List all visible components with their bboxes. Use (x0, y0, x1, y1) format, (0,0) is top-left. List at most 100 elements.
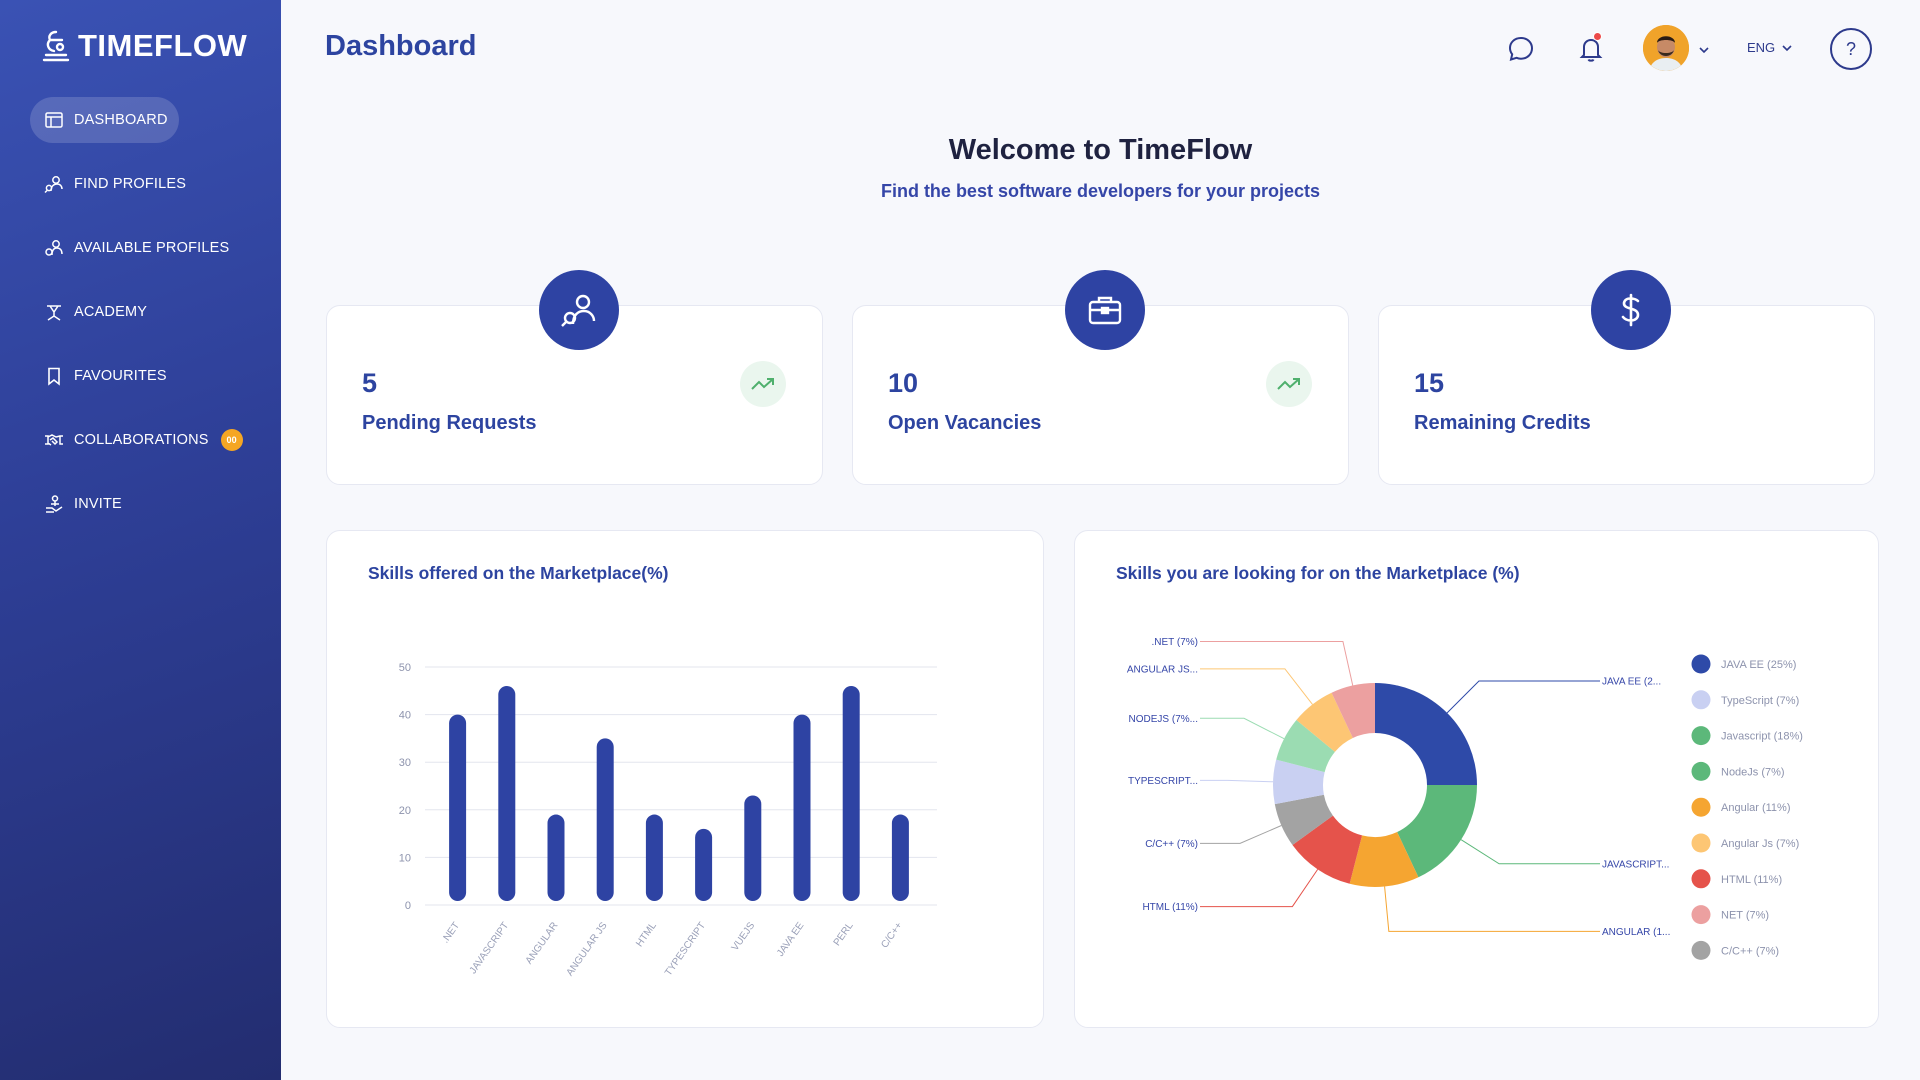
bar (695, 828, 713, 901)
callout-label: C/C++ (7%) (1145, 839, 1198, 850)
callout-line (1384, 886, 1600, 932)
callout-line (1200, 641, 1354, 686)
skills-wanted-panel: Skills you are looking for on the Market… (1074, 530, 1879, 1028)
language-label: ENG (1747, 40, 1776, 55)
x-tick-label: JAVASCRIPT (468, 920, 512, 976)
legend-label: Javascript (18%) (1721, 731, 1803, 743)
stat-card-pending-requests[interactable]: 5 Pending Requests (326, 270, 823, 485)
legend-label: Angular Js (7%) (1721, 838, 1799, 850)
page-title: Dashboard (325, 30, 477, 62)
stat-label: Pending Requests (362, 412, 537, 434)
callout-label: ANGULAR (1... (1602, 927, 1670, 938)
callout-line (1200, 869, 1319, 908)
stat-card-remaining-credits[interactable]: 15 Remaining Credits (1378, 270, 1875, 485)
bar (645, 814, 663, 901)
find-profiles-icon (44, 176, 63, 194)
sidebar-item-label: COLLABORATIONS (74, 432, 209, 448)
x-tick-label: C/C++ (879, 920, 905, 950)
dashboard-icon (45, 112, 63, 128)
callout-line (1446, 680, 1600, 714)
academy-icon (47, 305, 61, 321)
handshake-icon (45, 434, 63, 446)
sidebar-item-find-profiles[interactable]: FIND PROFILES (30, 161, 260, 207)
x-tick-label: ANGULAR (524, 920, 561, 966)
sidebar-item-label: ACADEMY (74, 304, 148, 320)
callout-line (1200, 779, 1274, 783)
sidebar-item-label: FIND PROFILES (74, 176, 187, 192)
bar (891, 814, 909, 901)
sidebar-item-label: DASHBOARD (74, 112, 168, 128)
callout-line (1200, 668, 1313, 705)
invite-icon (46, 495, 63, 513)
callout-line (1200, 825, 1282, 844)
callout-label: JAVA EE (2... (1602, 677, 1661, 688)
stat-value: 5 (362, 368, 378, 398)
stat-card-open-vacancies[interactable]: 10 Open Vacancies (852, 270, 1349, 485)
sidebar-item-favourites[interactable]: FAVOURITES (30, 353, 260, 399)
legend-swatch (1691, 654, 1711, 674)
chevron-down-icon (1699, 47, 1709, 54)
callout-label: JAVASCRIPT... (1602, 859, 1669, 870)
trend-badge (1266, 361, 1312, 407)
skills-wanted-donut-chart: JAVA EE (2... JAVASCRIPT... ANGULAR (1... H… (1127, 637, 1803, 960)
notifications-button[interactable] (1576, 32, 1606, 64)
sidebar-item-invite[interactable]: INVITE (30, 481, 260, 527)
callout-line (1200, 717, 1285, 740)
legend-label: NodeJs (7%) (1721, 766, 1785, 778)
dollar-icon (1621, 293, 1640, 327)
messages-button[interactable] (1506, 34, 1536, 64)
y-tick-label: 0 (405, 900, 411, 912)
sidebar-item-label: AVAILABLE PROFILES (74, 240, 230, 256)
user-menu-chevron[interactable] (1698, 42, 1710, 60)
language-selector[interactable]: ENG (1747, 40, 1793, 55)
x-tick-label: HTML (634, 920, 659, 949)
legend-swatch (1691, 905, 1711, 925)
sidebar-item-available-profiles[interactable]: AVAILABLE PROFILES (30, 225, 260, 271)
bar (744, 795, 762, 901)
bar (547, 814, 565, 901)
skills-offered-bar-chart: 0 10 20 30 40 50 .NET JAVASCRIPT ANGULAR ANGULAR … (399, 662, 937, 978)
collaborations-badge: 00 (220, 429, 243, 451)
x-tick-label: VUEJS (730, 920, 758, 953)
sidebar-nav: DASHBOARD FIND PROFILES AVAILABLE PROFIL… (30, 97, 260, 545)
legend-swatch (1691, 940, 1711, 960)
trend-badge (740, 361, 786, 407)
x-tick-label: .NET (440, 920, 462, 945)
callout-label: ANGULAR JS... (1127, 664, 1198, 675)
stat-label: Remaining Credits (1414, 412, 1591, 434)
bar (449, 714, 467, 901)
logo-icon (42, 30, 70, 62)
x-tick-label: TYPESCRIPT (663, 920, 708, 978)
legend-label: JAVA EE (25%) (1721, 659, 1796, 671)
y-tick-label: 10 (399, 852, 411, 864)
sidebar-item-collaborations[interactable]: COLLABORATIONS 00 (30, 417, 260, 463)
bar (596, 738, 614, 901)
notification-dot (1593, 32, 1602, 41)
legend-label: HTML (11%) (1721, 874, 1782, 886)
welcome-section: Welcome to TimeFlow Find the best softwa… (281, 134, 1920, 202)
stat-value: 15 (1414, 368, 1445, 398)
sidebar-item-dashboard[interactable]: DASHBOARD (30, 97, 179, 143)
bar (793, 714, 811, 901)
bookmark-icon (48, 367, 60, 386)
stat-icon-circle (1591, 270, 1671, 350)
y-tick-label: 50 (399, 662, 411, 674)
sidebar-item-label: FAVOURITES (74, 368, 167, 384)
app-logo[interactable]: TIMEFLOW (42, 28, 247, 64)
legend-swatch (1691, 833, 1711, 853)
bar (842, 686, 860, 901)
stat-label: Open Vacancies (888, 412, 1042, 434)
sidebar-item-academy[interactable]: ACADEMY (30, 289, 260, 335)
sidebar-item-label: INVITE (74, 496, 122, 512)
skills-offered-panel: Skills offered on the Marketplace(%) 0 10… (326, 530, 1044, 1028)
logo-text: TIMEFLOW (78, 28, 248, 63)
y-tick-label: 40 (399, 710, 411, 722)
legend-swatch (1691, 726, 1711, 746)
help-button[interactable]: ? (1830, 28, 1872, 70)
callout-label: HTML (11%) (1142, 902, 1198, 913)
stat-icon-circle (1065, 270, 1145, 350)
y-tick-label: 20 (399, 805, 411, 817)
legend-swatch (1691, 797, 1711, 817)
trending-up-icon (751, 378, 774, 390)
user-avatar[interactable] (1643, 25, 1689, 71)
